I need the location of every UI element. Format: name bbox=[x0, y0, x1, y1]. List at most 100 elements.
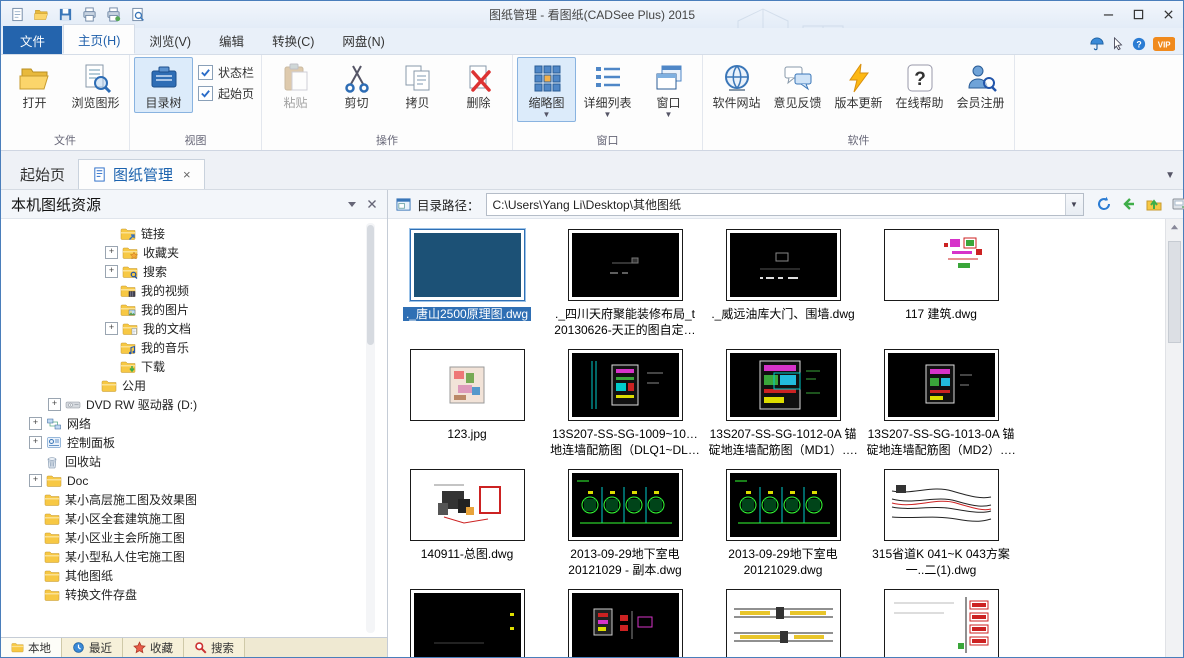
skin-icon[interactable] bbox=[1090, 37, 1104, 51]
目录树-button[interactable]: 目录树 bbox=[134, 57, 193, 113]
tree-item[interactable]: 链接 bbox=[1, 224, 387, 243]
file-item[interactable]: 140911-总图.dwg bbox=[388, 469, 546, 589]
tree-expander[interactable] bbox=[29, 570, 40, 581]
打开-button[interactable]: 打开 bbox=[5, 57, 64, 113]
dropdown-arrow-icon[interactable]: ▼ bbox=[604, 111, 612, 119]
tree-item[interactable]: +网络 bbox=[1, 414, 387, 433]
file-item[interactable]: ._威远油库大门、围墙.dwg bbox=[704, 229, 862, 349]
tree-item[interactable]: 回收站 bbox=[1, 452, 387, 471]
file-item[interactable] bbox=[388, 589, 546, 657]
tree-expander[interactable] bbox=[105, 361, 116, 372]
file-thumbnail[interactable] bbox=[726, 589, 841, 657]
删除-button[interactable]: 删除 bbox=[449, 57, 508, 113]
tree-expander[interactable]: + bbox=[105, 265, 118, 278]
dropdown-arrow-icon[interactable]: ▼ bbox=[665, 111, 673, 119]
sidebar-tab-收藏[interactable]: 收藏 bbox=[123, 638, 184, 657]
file-item[interactable] bbox=[546, 589, 704, 657]
tree-item[interactable]: +收藏夹 bbox=[1, 243, 387, 262]
tree-expander[interactable]: + bbox=[48, 398, 61, 411]
file-thumbnail[interactable] bbox=[568, 469, 683, 541]
tree-expander[interactable] bbox=[29, 551, 40, 562]
tree-item[interactable]: 公用 bbox=[1, 376, 387, 395]
粘贴-button[interactable]: 粘贴 bbox=[266, 57, 325, 113]
pointer-icon[interactable] bbox=[1111, 37, 1125, 51]
up-icon[interactable] bbox=[1146, 196, 1162, 212]
document-tab[interactable]: 图纸管理× bbox=[78, 159, 205, 189]
open-icon[interactable] bbox=[30, 4, 52, 25]
tree-expander[interactable] bbox=[105, 342, 116, 353]
ribbon-tab[interactable]: 编辑 bbox=[205, 26, 258, 54]
print-icon[interactable] bbox=[78, 4, 100, 25]
document-tab[interactable]: 起始页 bbox=[7, 160, 78, 189]
tree-item[interactable]: 某小高层施工图及效果图 bbox=[1, 490, 387, 509]
tree-expander[interactable] bbox=[29, 456, 40, 467]
起始页-checkbox[interactable]: 起始页 bbox=[198, 85, 254, 102]
file-thumbnail[interactable] bbox=[410, 589, 525, 657]
剪切-button[interactable]: 剪切 bbox=[327, 57, 386, 113]
tree-item[interactable]: 下载 bbox=[1, 357, 387, 376]
drive-icon[interactable] bbox=[1171, 196, 1184, 212]
vip-icon[interactable]: VIP bbox=[1153, 37, 1175, 51]
file-item[interactable]: ._四川天府聚能装修布局_t 20130626-天正的图自定… bbox=[546, 229, 704, 349]
save-icon[interactable] bbox=[54, 4, 76, 25]
tree-expander[interactable] bbox=[105, 228, 116, 239]
tree-expander[interactable] bbox=[29, 513, 40, 524]
file-item[interactable] bbox=[704, 589, 862, 657]
tree-expander[interactable] bbox=[86, 380, 97, 391]
file-thumbnail[interactable] bbox=[410, 469, 525, 541]
sidebar-tab-搜索[interactable]: 搜索 bbox=[184, 638, 245, 657]
在线帮助-button[interactable]: ?在线帮助 bbox=[890, 57, 949, 113]
file-item[interactable]: 117 建筑.dwg bbox=[862, 229, 1020, 349]
会员注册-button[interactable]: 会员注册 bbox=[951, 57, 1010, 113]
tree-item[interactable]: 我的视频 bbox=[1, 281, 387, 300]
窗口-button[interactable]: 窗口▼ bbox=[639, 57, 698, 122]
file-thumbnail[interactable] bbox=[568, 589, 683, 657]
maximize-button[interactable] bbox=[1123, 4, 1153, 26]
sidebar-scrollbar[interactable] bbox=[366, 223, 375, 633]
path-dropdown-icon[interactable]: ▼ bbox=[1065, 194, 1083, 215]
minimize-button[interactable] bbox=[1093, 4, 1123, 26]
sidebar-tab-本地[interactable]: 本地 bbox=[1, 638, 62, 657]
tree-item[interactable]: 其他图纸 bbox=[1, 566, 387, 585]
tree-item[interactable]: 某小区全套建筑施工图 bbox=[1, 509, 387, 528]
dropdown-arrow-icon[interactable]: ▼ bbox=[543, 111, 551, 119]
ribbon-tab[interactable]: 主页(H) bbox=[63, 24, 135, 54]
tree-expander[interactable] bbox=[105, 304, 116, 315]
ribbon-tab[interactable]: 浏览(V) bbox=[135, 26, 205, 54]
状态栏-checkbox[interactable]: 状态栏 bbox=[198, 64, 254, 81]
file-item[interactable]: ._唐山2500原理图.dwg bbox=[388, 229, 546, 349]
helpround-icon[interactable]: ? bbox=[1132, 37, 1146, 51]
tree-item[interactable]: 转换文件存盘 bbox=[1, 585, 387, 604]
ribbon-tab[interactable]: 文件 bbox=[3, 26, 62, 54]
tree-expander[interactable] bbox=[29, 532, 40, 543]
path-combobox[interactable]: C:\Users\Yang Li\Desktop\其他图纸 ▼ bbox=[486, 193, 1084, 216]
sidebar-scrollbar-thumb[interactable] bbox=[367, 225, 374, 345]
path-value[interactable]: C:\Users\Yang Li\Desktop\其他图纸 bbox=[487, 196, 1065, 213]
tree-item[interactable]: +控制面板 bbox=[1, 433, 387, 452]
拷贝-button[interactable]: 拷贝 bbox=[388, 57, 447, 113]
close-icon[interactable] bbox=[367, 199, 377, 209]
版本更新-button[interactable]: 版本更新 bbox=[829, 57, 888, 113]
collapse-icon[interactable] bbox=[347, 199, 357, 209]
sidebar-tab-最近[interactable]: 最近 bbox=[62, 638, 123, 657]
file-item[interactable]: 315省道K 041~K 043方案一..二(1).dwg bbox=[862, 469, 1020, 589]
ribbon-tab[interactable]: 转换(C) bbox=[258, 26, 328, 54]
tree-item[interactable]: 我的图片 bbox=[1, 300, 387, 319]
file-item[interactable] bbox=[862, 589, 1020, 657]
file-thumbnail[interactable] bbox=[884, 469, 999, 541]
file-thumbnail[interactable] bbox=[410, 349, 525, 421]
tree-expander[interactable]: + bbox=[29, 474, 42, 487]
preview-icon[interactable] bbox=[126, 4, 148, 25]
file-thumbnail[interactable] bbox=[884, 349, 999, 421]
tab-list-dropdown-icon[interactable]: ▼ bbox=[1165, 170, 1175, 181]
tab-close-icon[interactable]: × bbox=[183, 167, 191, 182]
file-thumbnail[interactable] bbox=[568, 229, 683, 301]
quickprint-icon[interactable] bbox=[102, 4, 124, 25]
new-icon[interactable] bbox=[6, 4, 28, 25]
tree-expander[interactable]: + bbox=[105, 246, 118, 259]
tree-item[interactable]: +我的文档 bbox=[1, 319, 387, 338]
file-item[interactable]: 2013-09-29地下室电 20121029 - 副本.dwg bbox=[546, 469, 704, 589]
tree-item[interactable]: +搜索 bbox=[1, 262, 387, 281]
file-thumbnail[interactable] bbox=[568, 349, 683, 421]
意见反馈-button[interactable]: 意见反馈 bbox=[768, 57, 827, 113]
